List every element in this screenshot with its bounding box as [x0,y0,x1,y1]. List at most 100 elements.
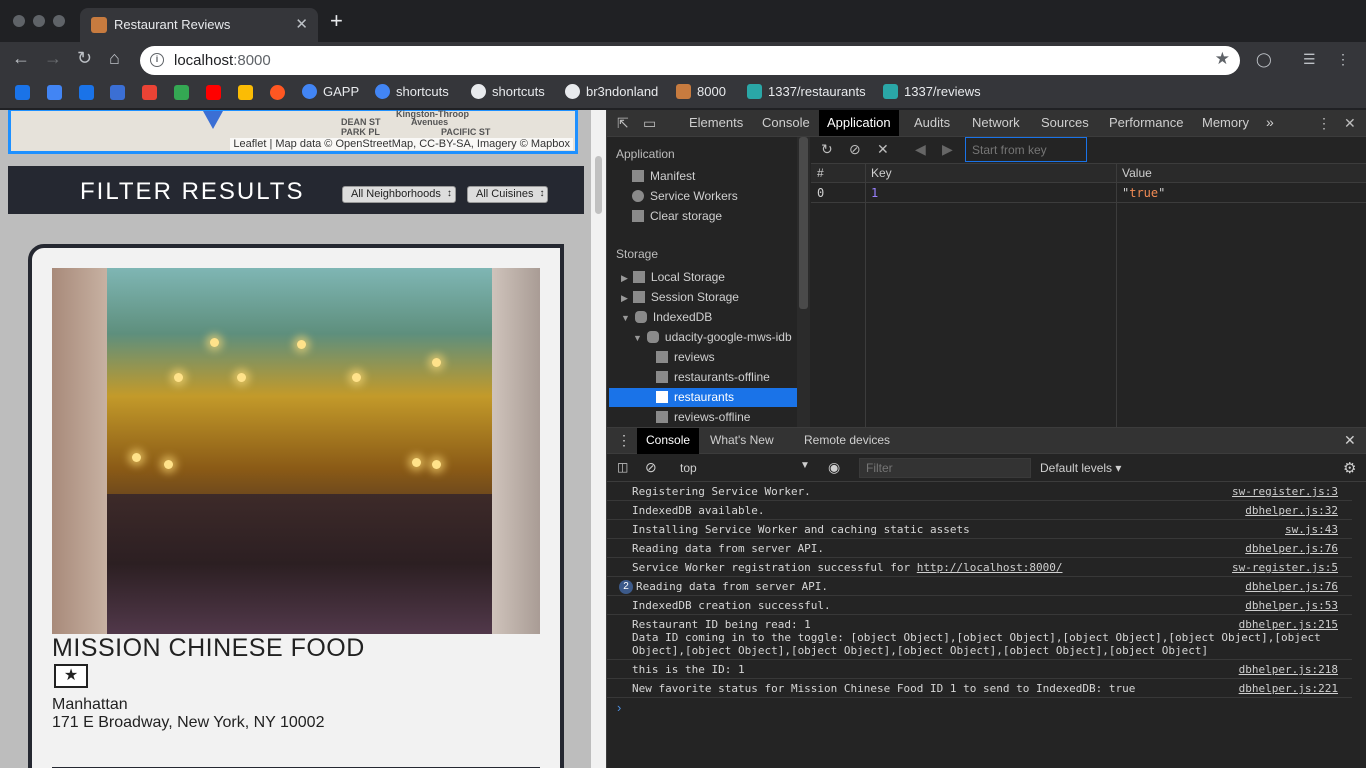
sidebar-item-manifest[interactable]: Manifest [632,169,695,183]
new-tab-button[interactable]: + [330,10,343,32]
column-header-index[interactable]: # [811,164,865,183]
console-filter-input[interactable] [859,458,1031,478]
console-settings-icon[interactable]: ⚙ [1343,459,1356,477]
sidebar-item-local-storage[interactable]: ▶ Local Storage [621,270,725,284]
bookmark-gapp[interactable]: GAPP [302,84,359,99]
console-prompt[interactable]: › [617,700,621,715]
eye-icon[interactable]: ◉ [828,459,840,476]
sidebar-item-service-workers[interactable]: Service Workers [632,189,738,203]
tab-performance[interactable]: Performance [1109,110,1183,136]
expand-triangle-icon[interactable]: ▶ [621,273,628,283]
cell-index[interactable]: 0 [811,183,865,203]
collapse-triangle-icon[interactable]: ▼ [621,313,630,323]
map[interactable]: Kingston-Throop DEAN ST PARK PL Avenues … [8,110,578,154]
devtools-close-icon[interactable]: ✕ [1344,115,1356,132]
back-icon[interactable]: ← [12,48,30,69]
address-bar[interactable]: i localhost:8000 ★ [140,46,1240,75]
scrollbar-thumb[interactable] [595,156,602,214]
devtools-menu-icon[interactable]: ⋮ [1317,115,1331,132]
tab-console[interactable]: Console [762,110,810,136]
tab-memory[interactable]: Memory [1202,110,1249,136]
source-link[interactable]: sw-register.js:5 [1232,561,1338,574]
sidebar-item-store-reviews-offline[interactable]: reviews-offline [656,410,750,424]
inspect-element-icon[interactable]: ⇱ [617,115,629,132]
bookmark-br3ndonland[interactable]: br3ndonland [565,84,658,99]
url-link[interactable]: http://localhost:8000/ [917,561,1063,574]
tab-application[interactable]: Application [819,110,899,136]
drawer-tab-remote-devices[interactable]: Remote devices [804,428,890,454]
bookmark-shortcuts-google[interactable]: shortcuts [375,84,449,99]
map-attribution[interactable]: Leaflet | Map data © OpenStreetMap, CC-B… [230,138,573,150]
clear-console-icon[interactable]: ⊘ [645,459,657,476]
reload-icon[interactable]: ↻ [77,48,92,69]
bookmark-restaurants[interactable]: 1337/restaurants [747,84,866,99]
start-key-input[interactable] [965,137,1087,162]
source-link[interactable]: sw.js:43 [1285,523,1338,536]
minimize-window-button[interactable] [33,15,45,27]
sidebar-toggle-icon[interactable]: ◫ [617,460,628,474]
bookmark-8000[interactable]: 8000 [676,84,726,99]
extension-icon[interactable]: ◯ [1256,51,1272,68]
sidebar-item-clear-storage[interactable]: Clear storage [632,209,722,223]
scrollbar-thumb[interactable] [799,137,808,309]
sidebar-item-store-reviews[interactable]: reviews [656,350,715,364]
site-info-icon[interactable]: i [150,53,164,67]
refresh-icon[interactable]: ↻ [821,141,833,158]
forward-icon[interactable]: → [44,48,62,69]
more-tabs-icon[interactable]: » [1266,110,1274,136]
tab-close-icon[interactable]: ✕ [295,15,308,33]
tab-audits[interactable]: Audits [914,110,950,136]
docs-bookmark-icon[interactable] [47,85,62,100]
source-link[interactable]: sw-register.js:3 [1232,485,1338,498]
cast-icon[interactable]: ☰ [1303,51,1316,68]
favorite-button[interactable]: ★ [54,664,88,688]
maps-bookmark-icon[interactable] [174,85,189,100]
tab-sources[interactable]: Sources [1041,110,1089,136]
log-levels-select[interactable]: Default levels ▾ [1040,461,1121,475]
bookmark-reviews[interactable]: 1337/reviews [883,84,981,99]
source-link[interactable]: dbhelper.js:76 [1245,542,1338,555]
tab-elements[interactable]: Elements [689,110,743,136]
source-link[interactable]: dbhelper.js:32 [1245,504,1338,517]
page-scrollbar[interactable] [591,110,606,768]
source-link[interactable]: dbhelper.js:218 [1239,663,1338,676]
browser-tab[interactable]: Restaurant Reviews ✕ [80,8,318,42]
cuisines-select[interactable]: All Cuisines [467,186,549,203]
source-link[interactable]: dbhelper.js:215 [1239,618,1338,631]
context-dropdown-icon[interactable]: ▼ [800,460,810,471]
drawer-close-icon[interactable]: ✕ [1344,428,1356,454]
source-link[interactable]: dbhelper.js:221 [1239,682,1338,695]
menu-icon[interactable]: ⋮ [1336,51,1350,68]
sidebar-item-store-restaurants-offline[interactable]: restaurants-offline [656,370,770,384]
bookmark-star-icon[interactable]: ★ [1215,49,1230,69]
music-bookmark-icon[interactable] [270,85,285,100]
sidebar-item-session-storage[interactable]: ▶ Session Storage [621,290,739,304]
device-toolbar-icon[interactable]: ▭ [643,115,656,132]
maximize-window-button[interactable] [53,15,65,27]
contacts-bookmark-icon[interactable] [110,85,125,100]
column-header-value[interactable]: Value [1116,164,1366,183]
collapse-triangle-icon[interactable]: ▼ [633,333,642,343]
photos-bookmark-icon[interactable] [238,85,253,100]
drawer-tab-console[interactable]: Console [637,428,700,454]
previous-page-icon[interactable]: ◀ [915,141,926,158]
drawer-tab-whats-new[interactable]: What's New [710,428,774,454]
delete-icon[interactable]: ✕ [877,141,889,158]
source-link[interactable]: dbhelper.js:76 [1245,580,1338,593]
cell-key[interactable]: 1 [865,183,1116,203]
next-page-icon[interactable]: ▶ [942,141,953,158]
context-select[interactable]: top [680,461,697,475]
source-link[interactable]: dbhelper.js:53 [1245,599,1338,612]
close-window-button[interactable] [13,15,25,27]
youtube-bookmark-icon[interactable] [206,85,221,100]
column-header-key[interactable]: Key [865,164,1116,183]
bookmark-shortcuts-github[interactable]: shortcuts [471,84,545,99]
gmail-bookmark-icon[interactable] [142,85,157,100]
neighborhoods-select[interactable]: All Neighborhoods [342,186,456,203]
map-marker-icon[interactable] [203,111,223,129]
sidebar-item-indexeddb[interactable]: ▼ IndexedDB [621,310,712,324]
clear-icon[interactable]: ⊘ [849,141,861,158]
drawer-menu-icon[interactable]: ⋮ [617,428,631,454]
expand-triangle-icon[interactable]: ▶ [621,293,628,303]
sidebar-item-store-restaurants[interactable]: restaurants [656,390,734,404]
